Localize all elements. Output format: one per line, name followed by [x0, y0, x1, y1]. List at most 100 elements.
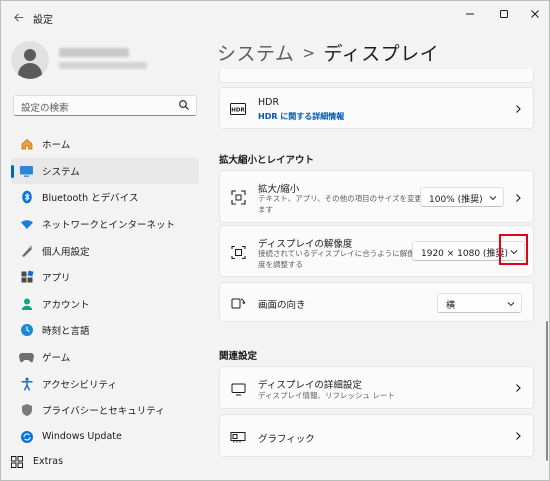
minimize-button[interactable]: [453, 1, 487, 27]
sidebar-item-network[interactable]: ネットワークとインターネット: [11, 211, 199, 238]
breadcrumb: システム > ディスプレイ: [217, 39, 439, 66]
minimize-icon: [466, 13, 474, 15]
search-input[interactable]: 設定の検索: [13, 95, 197, 116]
resolution-icon: [230, 244, 246, 260]
sidebar-item-accounts[interactable]: アカウント: [11, 291, 199, 318]
profile-email-blurred: [59, 62, 147, 69]
scale-value: 100% (推奨): [429, 195, 483, 205]
monitor-icon: [230, 381, 246, 397]
maximize-button[interactable]: [487, 1, 521, 27]
annotation-highlight-box: [499, 234, 528, 265]
resolution-subtitle-line2: 度を調整する: [258, 260, 303, 269]
extras-label: Extras: [33, 456, 64, 467]
orientation-card: 画面の向き 横: [219, 282, 534, 322]
extras-grid-icon: [11, 456, 23, 468]
graphics-card-icon: [230, 429, 246, 445]
avatar: [11, 41, 49, 79]
chevron-right-icon: [516, 432, 521, 440]
scale-card[interactable]: 拡大/縮小 テキスト、アプリ、その他の項目のサイズを変更し ます 100% (推…: [219, 170, 534, 223]
sidebar-nav: ホーム システム Bluetooth とデバイス ネットワークとインターネット …: [11, 131, 201, 450]
resolution-subtitle-line1: 接続されているディスプレイに合うように解像: [258, 249, 415, 258]
hdr-info-link[interactable]: HDR に関する詳細情報: [258, 111, 344, 122]
sidebar-item-time-language[interactable]: 時刻と言語: [11, 317, 199, 344]
sidebar-item-accessibility[interactable]: アクセシビリティ: [11, 370, 199, 397]
profile-name-blurred: [59, 48, 129, 57]
bluetooth-icon: [19, 190, 34, 205]
advanced-display-subtitle: ディスプレイ情報、リフレッシュ レート: [258, 391, 395, 400]
scale-icon: [230, 189, 246, 205]
sidebar-item-label: アプリ: [42, 273, 71, 285]
sidebar-item-label: 時刻と言語: [42, 326, 90, 338]
chevron-down-icon: [489, 196, 497, 201]
sidebar-item-apps[interactable]: アプリ: [11, 264, 199, 291]
graphics-title: グラフィック: [258, 434, 315, 445]
sidebar-item-gaming[interactable]: ゲーム: [11, 344, 199, 371]
sidebar-item-label: 個人用設定: [42, 246, 90, 258]
time-language-icon: [19, 323, 34, 338]
sidebar-item-label: システム: [42, 166, 80, 178]
title-bar: 設定: [1, 1, 550, 33]
sidebar-item-personalization[interactable]: 個人用設定: [11, 237, 199, 264]
sidebar-item-label: ネットワークとインターネット: [42, 220, 176, 232]
close-icon: [531, 10, 539, 18]
back-button[interactable]: [9, 8, 27, 26]
hdr-card[interactable]: HDR HDR HDR に関する詳細情報: [219, 87, 534, 129]
arrow-left-icon: [13, 13, 23, 22]
related-settings-header: 関連設定: [219, 351, 258, 362]
sidebar-item-label: アクセシビリティ: [42, 379, 117, 391]
page-title: ディスプレイ: [323, 43, 440, 65]
chevron-right-icon[interactable]: [513, 193, 523, 203]
sidebar-item-bluetooth[interactable]: Bluetooth とデバイス: [11, 184, 199, 211]
advanced-display-title: ディスプレイの詳細設定: [258, 380, 362, 391]
system-icon: [19, 163, 34, 178]
sidebar-item-label: ホーム: [42, 140, 71, 152]
accessibility-icon: [19, 376, 34, 391]
breadcrumb-separator: >: [302, 44, 316, 62]
extras-item[interactable]: Extras: [11, 454, 201, 472]
personalization-icon: [19, 243, 34, 258]
maximize-icon: [500, 10, 508, 18]
hdr-title: HDR: [258, 97, 280, 108]
orientation-value: 横: [446, 301, 456, 311]
previous-card-edge: [219, 69, 534, 83]
sidebar-item-system[interactable]: システム: [11, 157, 199, 185]
breadcrumb-parent[interactable]: システム: [217, 43, 294, 65]
windows-update-icon: [19, 429, 34, 444]
chevron-right-icon: [516, 384, 521, 392]
orientation-icon: [230, 295, 246, 311]
wifi-icon: [19, 217, 34, 232]
sidebar-item-windows-update[interactable]: Windows Update: [11, 424, 199, 451]
orientation-title: 画面の向き: [258, 300, 306, 311]
sidebar-item-label: ゲーム: [42, 353, 71, 365]
scale-subtitle-line2: ます: [258, 205, 273, 214]
hdr-icon: HDR: [230, 101, 246, 117]
resolution-value: 1920 × 1080 (推奨): [421, 249, 508, 259]
resolution-card: ディスプレイの解像度 接続されているディスプレイに合うように解像 度を調整する …: [219, 225, 534, 277]
scale-layout-header: 拡大縮小とレイアウト: [219, 155, 315, 166]
privacy-shield-icon: [19, 403, 34, 418]
advanced-display-card[interactable]: ディスプレイの詳細設定 ディスプレイ情報、リフレッシュ レート: [219, 366, 534, 409]
game-icon: [19, 350, 34, 365]
scrollbar[interactable]: [546, 321, 548, 461]
sidebar-item-label: アカウント: [42, 299, 90, 311]
chevron-down-icon: [507, 302, 515, 307]
scale-dropdown[interactable]: 100% (推奨): [420, 187, 504, 207]
sidebar-item-privacy[interactable]: プライバシーとセキュリティ: [11, 397, 199, 424]
sidebar-item-label: Windows Update: [42, 431, 122, 443]
orientation-dropdown[interactable]: 横: [437, 293, 522, 313]
close-button[interactable]: [518, 1, 550, 27]
chevron-right-icon: [516, 105, 521, 113]
account-icon: [19, 296, 34, 311]
sidebar-item-label: Bluetooth とデバイス: [42, 193, 139, 205]
home-icon: [19, 137, 34, 152]
search-placeholder: 設定の検索: [21, 103, 69, 114]
sidebar-item-label: プライバシーとセキュリティ: [42, 406, 165, 418]
user-profile[interactable]: [11, 41, 201, 83]
search-icon: [179, 100, 189, 110]
graphics-card[interactable]: グラフィック: [219, 414, 534, 457]
svg-text:HDR: HDR: [231, 108, 245, 114]
settings-window: 設定 設定の検索 ホーム システム Bluetooth とデバイス ネットワーク…: [0, 0, 550, 481]
apps-icon: [19, 270, 34, 285]
scale-subtitle-line1: テキスト、アプリ、その他の項目のサイズを変更し: [258, 194, 430, 203]
sidebar-item-home[interactable]: ホーム: [11, 131, 199, 158]
